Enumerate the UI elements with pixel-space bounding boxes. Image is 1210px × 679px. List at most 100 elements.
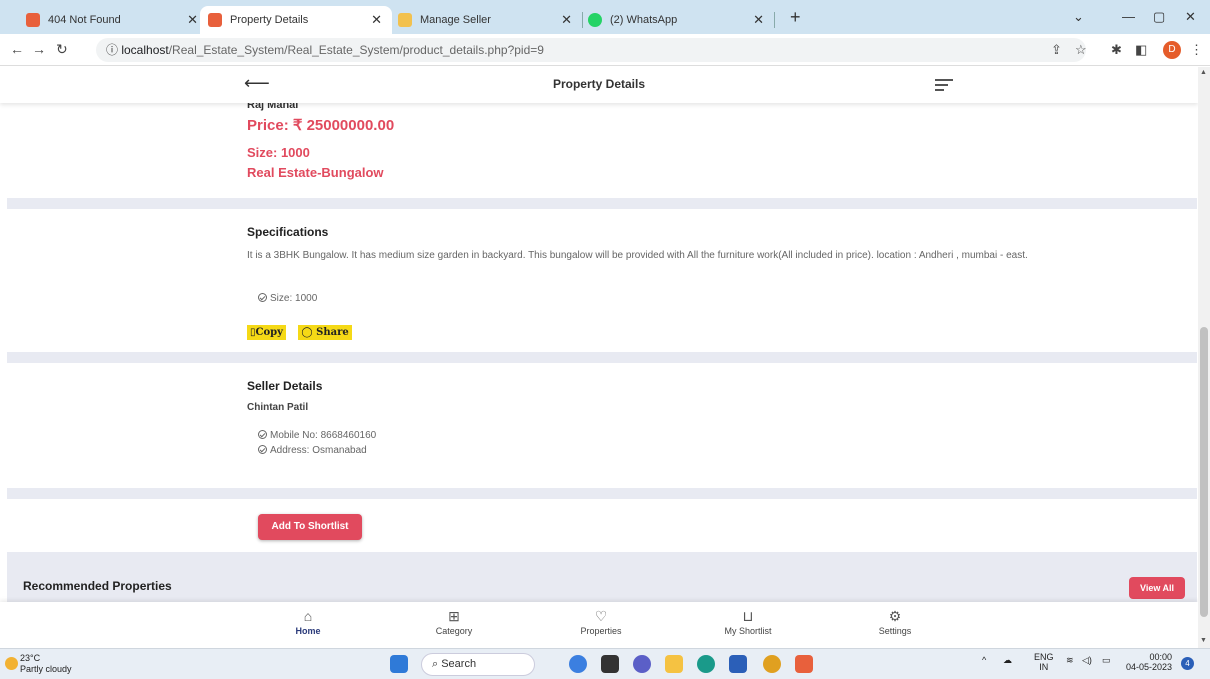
scroll-up-icon[interactable]: ▲ — [1200, 69, 1207, 76]
url-path: /Real_Estate_System/Real_Estate_System/p… — [168, 43, 544, 57]
home-icon: ⌂ — [303, 608, 313, 624]
restore-icon[interactable]: ▢ — [1153, 9, 1165, 25]
scroll-down-icon[interactable]: ▼ — [1200, 637, 1207, 644]
tab-title: (2) WhatsApp — [610, 14, 678, 26]
language-indicator[interactable]: ENG IN — [1034, 652, 1054, 672]
recommended-section: Recommended Properties — [7, 552, 1197, 602]
side-panel-icon[interactable]: ◧ — [1135, 42, 1147, 58]
browser-tab-strip: 404 Not Found ✕ Property Details ✕ Manag… — [0, 0, 1210, 34]
browser-toolbar: ← → ↻ ⓘ localhost/Real_Estate_System/Rea… — [0, 34, 1210, 66]
cloud-icon[interactable]: ☁ — [1003, 655, 1012, 666]
task-view-icon[interactable] — [601, 655, 619, 673]
file-explorer-icon[interactable] — [665, 655, 683, 673]
bing-icon[interactable] — [569, 655, 587, 673]
nav-home[interactable]: ⌂ Home — [258, 608, 358, 636]
menu-icon[interactable] — [935, 79, 953, 94]
xampp-icon[interactable] — [795, 655, 813, 673]
gear-icon: ⚙ — [888, 608, 902, 624]
chrome-icon[interactable] — [763, 655, 781, 673]
seller-heading: Seller Details — [247, 379, 323, 393]
scroll-thumb[interactable] — [1200, 327, 1208, 617]
minimize-icon[interactable]: — — [1122, 9, 1135, 24]
tab-manage-seller[interactable]: Manage Seller ✕ — [390, 6, 583, 34]
profile-avatar[interactable]: D — [1163, 41, 1181, 59]
tab-404-not-found[interactable]: 404 Not Found ✕ — [18, 6, 208, 34]
bottom-navigation: ⌂ Home ⊞ Category ♡ Properties ⊔ My Shor… — [0, 602, 1198, 648]
spec-actions: ▯Copy ◯ Share — [247, 322, 352, 340]
address-bar[interactable]: ⓘ localhost/Real_Estate_System/Real_Esta… — [96, 38, 1086, 62]
info-icon[interactable]: ⓘ — [106, 43, 121, 57]
share-button[interactable]: ◯ Share — [298, 325, 352, 340]
windows-taskbar: 23°C Partly cloudy ⌕ Search ^ ☁ ENG IN ≋ … — [0, 648, 1210, 679]
volume-icon[interactable]: ◁) — [1082, 655, 1092, 666]
check-circle-icon — [258, 293, 267, 302]
property-price: Price: ₹ 25000000.00 — [247, 117, 395, 134]
recommended-heading: Recommended Properties — [23, 579, 172, 593]
bookmark-star-icon[interactable]: ☆ — [1075, 42, 1087, 58]
wifi-icon[interactable]: ≋ — [1066, 655, 1074, 666]
xampp-favicon-icon — [26, 13, 40, 27]
new-tab-icon[interactable]: + — [790, 7, 801, 28]
check-circle-icon — [258, 445, 267, 454]
clock[interactable]: 00:00 04-05-2023 — [1126, 652, 1172, 672]
browser-menu-icon[interactable]: ⋮ — [1190, 42, 1203, 58]
nav-settings[interactable]: ⚙ Settings — [845, 608, 945, 636]
close-icon[interactable]: ✕ — [371, 12, 382, 28]
edge-icon[interactable] — [697, 655, 715, 673]
weather-icon — [5, 657, 18, 670]
page-title: Property Details — [552, 77, 646, 91]
url-host: localhost — [121, 43, 169, 57]
add-to-shortlist-button[interactable]: Add To Shortlist — [258, 514, 362, 540]
whatsapp-favicon-icon — [588, 13, 602, 27]
tab-property-details[interactable]: Property Details ✕ — [200, 6, 392, 34]
basket-icon: ⊞ — [448, 608, 460, 624]
specifications-heading: Specifications — [247, 225, 329, 239]
property-size: Size: 1000 — [247, 145, 310, 160]
nav-category[interactable]: ⊞ Category — [404, 608, 504, 636]
tab-whatsapp[interactable]: (2) WhatsApp ✕ — [580, 6, 775, 34]
windows-start-icon[interactable] — [390, 655, 408, 673]
nav-properties[interactable]: ♡ Properties — [551, 608, 651, 636]
show-hidden-icons-icon[interactable]: ^ — [982, 655, 986, 665]
close-window-icon[interactable]: ✕ — [1185, 9, 1196, 25]
specifications-section: Specifications It is a 3BHK Bungalow. It… — [0, 209, 1198, 351]
heart-icon: ♡ — [594, 608, 608, 624]
close-icon[interactable]: ✕ — [187, 12, 198, 28]
back-icon[interactable]: ← — [10, 41, 24, 57]
page-scrollbar[interactable]: ▲ ▼ — [1198, 67, 1210, 648]
specifications-description: It is a 3BHK Bungalow. It has medium siz… — [247, 250, 1028, 261]
xampp-favicon-icon — [208, 13, 222, 27]
tab-title: Property Details — [230, 14, 309, 26]
seller-section: Seller Details Chintan Patil Mobile No: … — [0, 363, 1198, 487]
weather-widget[interactable]: 23°C Partly cloudy — [20, 653, 72, 675]
battery-icon[interactable]: ▭ — [1102, 655, 1111, 666]
taskbar-search[interactable]: ⌕ Search — [421, 653, 535, 676]
search-icon: ⌕ — [432, 658, 442, 670]
view-all-button[interactable]: View All — [1129, 577, 1185, 599]
property-category: Real Estate-Bungalow — [247, 165, 384, 180]
seller-address: Address: Osmanabad — [258, 445, 367, 456]
cart-icon: ⊔ — [742, 608, 754, 624]
seller-mobile: Mobile No: 8668460160 — [258, 430, 376, 441]
app-header: ⟵ Property Details — [0, 67, 1198, 103]
close-icon[interactable]: ✕ — [561, 12, 572, 28]
tab-title: Manage Seller — [420, 14, 491, 26]
property-summary: Raj Mahal Price: ₹ 25000000.00 Size: 100… — [0, 95, 1198, 195]
whatsapp-icon: ◯ — [301, 327, 313, 338]
tab-search-icon[interactable]: ⌄ — [1073, 9, 1084, 25]
check-circle-icon — [258, 430, 267, 439]
word-icon[interactable] — [729, 655, 747, 673]
forward-icon[interactable]: → — [32, 41, 46, 57]
copy-button[interactable]: ▯Copy — [247, 325, 286, 340]
extensions-icon[interactable]: ✱ — [1111, 42, 1122, 58]
notification-badge[interactable]: 4 — [1181, 657, 1194, 670]
nav-my-shortlist[interactable]: ⊔ My Shortlist — [698, 608, 798, 636]
spec-size-item: Size: 1000 — [258, 293, 317, 304]
share-page-icon[interactable]: ⇪ — [1051, 42, 1062, 58]
close-icon[interactable]: ✕ — [753, 12, 764, 28]
reload-icon[interactable]: ↻ — [56, 41, 68, 58]
section-divider — [7, 488, 1197, 499]
section-divider — [7, 352, 1197, 363]
chat-icon[interactable] — [633, 655, 651, 673]
section-divider — [7, 198, 1197, 209]
